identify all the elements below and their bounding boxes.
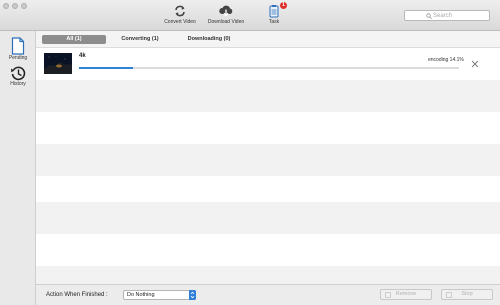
task-list: 4k encoding 14.1% [36, 48, 500, 284]
zoom-window-button[interactable] [21, 3, 27, 9]
sidebar: Pending History [0, 31, 36, 305]
empty-row [36, 112, 500, 144]
stop-icon [446, 292, 452, 298]
task-progress-fill [79, 67, 133, 69]
search-icon [426, 13, 432, 19]
download-video-label: Download Video [207, 19, 245, 25]
task-label: Task [268, 19, 280, 25]
history-icon [11, 66, 26, 81]
empty-row [36, 144, 500, 176]
task-icon [269, 5, 279, 18]
search-input[interactable]: Search [404, 10, 490, 21]
sidebar-item-pending[interactable]: Pending [0, 37, 36, 61]
filter-tabs: All (1) Converting (1) Downloading (0) [36, 31, 500, 48]
remove-icon [385, 292, 391, 298]
remove-button[interactable]: Remove [380, 289, 432, 300]
task-status: encoding 14.1% [428, 57, 464, 63]
tab-all[interactable]: All (1) [42, 35, 106, 44]
tab-converting[interactable]: Converting (1) [112, 35, 168, 44]
convert-video-button[interactable]: Convert Video [155, 4, 205, 30]
task-name: 4k [79, 53, 86, 59]
action-when-finished-value: Do Nothing [127, 292, 155, 298]
sidebar-item-label: Pending [8, 55, 28, 61]
remove-label: Remove [395, 291, 417, 297]
sidebar-item-history[interactable]: History [0, 65, 36, 87]
task-button[interactable]: 1 Task [249, 2, 299, 30]
task-badge: 1 [280, 2, 287, 9]
footer-bar: Action When Finished : Do Nothing Remove… [36, 284, 500, 305]
search-placeholder: Search [433, 13, 453, 19]
download-video-button[interactable]: Download Video [201, 4, 251, 30]
chevron-down-icon [189, 290, 196, 300]
minimize-window-button[interactable] [12, 3, 18, 9]
empty-row [36, 80, 500, 112]
sidebar-item-label: History [10, 81, 26, 87]
tab-downloading[interactable]: Downloading (0) [179, 35, 239, 44]
task-progress-bar [79, 67, 459, 69]
empty-row [36, 234, 500, 266]
download-video-icon [219, 5, 233, 17]
action-when-finished-select[interactable]: Do Nothing [123, 290, 196, 300]
convert-video-label: Convert Video [164, 19, 196, 25]
close-window-button[interactable] [3, 3, 9, 9]
task-row[interactable]: 4k encoding 14.1% [36, 48, 500, 80]
empty-row [36, 266, 500, 284]
action-when-finished-label: Action When Finished : [46, 292, 108, 298]
video-thumbnail [44, 53, 72, 74]
convert-video-icon [175, 5, 185, 17]
toolbar: Convert Video Download Video 1 Task Sear… [0, 0, 500, 31]
close-icon[interactable] [471, 60, 479, 68]
stop-label: Stop [461, 291, 473, 297]
empty-row [36, 202, 500, 234]
pending-icon [11, 37, 25, 55]
stop-button[interactable]: Stop [441, 289, 493, 300]
